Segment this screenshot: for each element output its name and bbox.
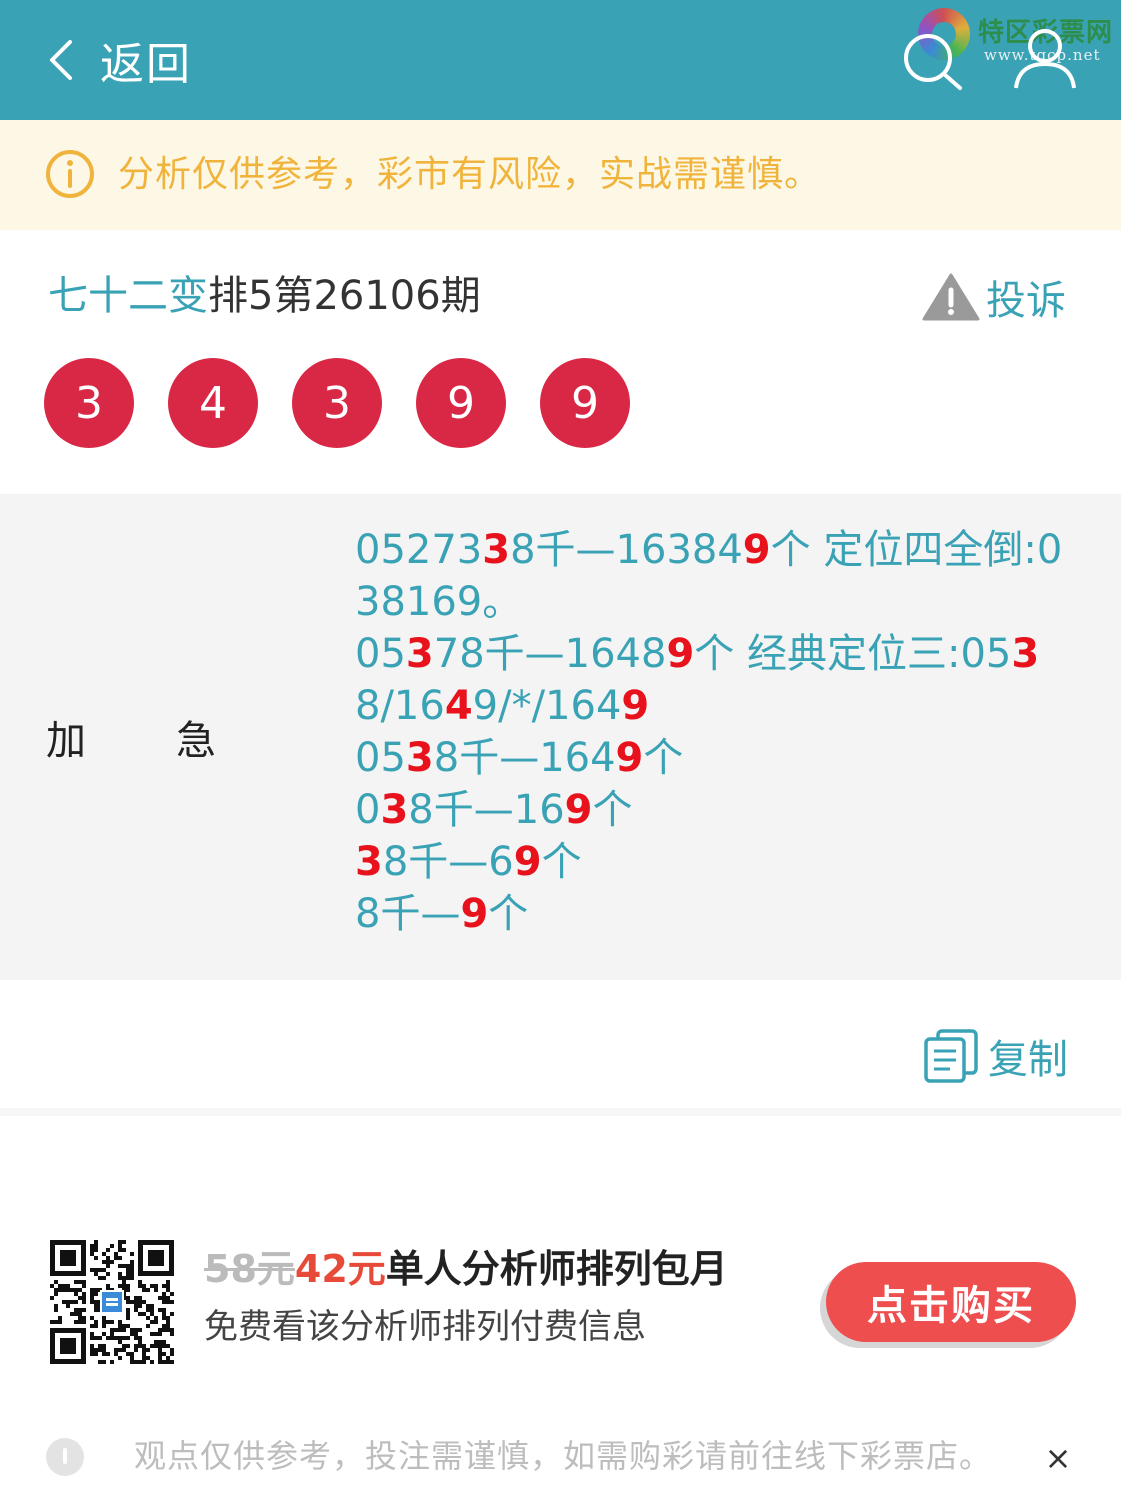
prediction-text: 05273 (355, 527, 483, 573)
hit-digit: 3 (405, 735, 434, 781)
close-button[interactable]: × (1040, 1440, 1076, 1476)
prediction-line: 38千—69个 (355, 836, 1085, 888)
info-icon (46, 150, 94, 198)
prediction-line: 8/1649/*/1649 (355, 680, 1085, 732)
back-label: 返回 (100, 39, 192, 90)
prediction-line: 038千—169个 (355, 784, 1085, 836)
hit-digit: 9 (742, 527, 771, 573)
content-label-char: 加 (46, 718, 86, 764)
content-label-char: 急 (176, 718, 216, 764)
prediction-lines: 0527338千—163849个 定位四全倒:0 38169。 05378千—164… (355, 524, 1085, 940)
hit-digit: 3 (355, 839, 383, 885)
prediction-text: 个 (592, 787, 633, 833)
complain-label: 投诉 (986, 278, 1066, 324)
search-icon[interactable] (898, 30, 970, 92)
top-nav-bar: 返回 特区彩票网 www.tqcp.net (0, 0, 1121, 120)
result-ball: 4 (168, 358, 258, 448)
prediction-text: 个 经典定位三:05 (694, 631, 1012, 677)
prediction-text: 8千—164 (433, 735, 616, 781)
issue-label: 排5第26106期 (208, 273, 481, 319)
info-icon (46, 1438, 84, 1476)
prediction-line: 8千—9个 (355, 888, 1085, 940)
promo-headline: 58元42元单人分析师排列包月 (204, 1244, 728, 1294)
prediction-text: 个 (488, 891, 529, 937)
user-icon[interactable] (1010, 26, 1080, 92)
risk-notice-banner: 分析仅供参考，彩市有风险，实战需谨慎。 (0, 120, 1121, 230)
draw-result-balls: 3 4 3 9 9 (44, 358, 664, 448)
prediction-text: 8千—16 (408, 787, 565, 833)
prediction-text: 78千—1648 (433, 631, 667, 677)
hit-digit: 9 (666, 631, 695, 677)
hit-digit: 9 (564, 787, 593, 833)
prediction-text: 0 (355, 787, 381, 833)
prediction-line: 0527338千—163849个 定位四全倒:0 (355, 524, 1085, 576)
bottom-disclaimer-bar: 观点仅供参考，投注需谨慎，如需购彩请前往线下彩票店。 × (0, 1420, 1121, 1496)
qr-code-icon (50, 1240, 174, 1364)
section-divider (0, 1108, 1121, 1116)
prediction-line: 0538千—1649个 (355, 732, 1085, 784)
hit-digit: 3 (1011, 631, 1040, 677)
prediction-text: 个 (643, 735, 684, 781)
hit-digit: 9 (513, 839, 542, 885)
result-ball: 3 (44, 358, 134, 448)
prediction-text: 个 (541, 839, 582, 885)
prediction-content-box: 加 急 0527338千—163849个 定位四全倒:0 38169。 05378千… (0, 494, 1121, 980)
chevron-left-icon (50, 40, 72, 80)
hit-digit: 9 (621, 683, 650, 729)
copy-label: 复制 (988, 1037, 1068, 1083)
disclaimer-text: 观点仅供参考，投注需谨慎，如需购彩请前往线下彩票店。 (134, 1437, 993, 1475)
prediction-text: 8千— (355, 891, 461, 937)
article-title: 七十二变排5第26106期 (48, 268, 481, 324)
prediction-text: 05 (355, 631, 406, 677)
copy-icon (924, 1029, 978, 1083)
prediction-text: 38169。 (355, 579, 523, 625)
prediction-text: 8千—16384 (510, 527, 743, 573)
prediction-text: 8千—6 (382, 839, 514, 885)
prediction-text: 个 定位四全倒:0 (770, 527, 1063, 573)
warning-icon (922, 273, 980, 321)
result-ball: 9 (416, 358, 506, 448)
sale-price: 42元 (294, 1247, 386, 1291)
hit-digit: 3 (482, 527, 511, 573)
hit-digit: 9 (615, 735, 644, 781)
original-price: 58元 (204, 1247, 295, 1291)
notice-text: 分析仅供参考，彩市有风险，实战需谨慎。 (118, 154, 822, 195)
prediction-line: 38169。 (355, 576, 1085, 628)
result-ball: 9 (540, 358, 630, 448)
prediction-text: 9/*/164 (472, 683, 622, 729)
hit-digit: 3 (405, 631, 434, 677)
analyst-name-link[interactable]: 七十二变 (48, 273, 208, 319)
promo-description: 免费看该分析师排列付费信息 (204, 1307, 646, 1347)
prediction-text: 8/16 (355, 683, 445, 729)
buy-button[interactable]: 点击购买 (826, 1262, 1076, 1342)
prediction-line: 05378千—16489个 经典定位三:053 (355, 628, 1085, 680)
subscription-promo: 58元42元单人分析师排列包月 免费看该分析师排列付费信息 点击购买 (0, 1232, 1121, 1372)
hit-digit: 4 (444, 683, 473, 729)
content-label: 加 急 (46, 708, 216, 766)
hit-digit: 3 (380, 787, 409, 833)
back-button[interactable]: 返回 (44, 26, 192, 94)
prediction-text: 05 (355, 735, 406, 781)
complain-button[interactable]: 投诉 (922, 268, 1066, 326)
promo-title: 单人分析师排列包月 (385, 1247, 728, 1291)
copy-button[interactable]: 复制 (922, 1026, 1068, 1086)
hit-digit: 9 (460, 891, 489, 937)
result-ball: 3 (292, 358, 382, 448)
